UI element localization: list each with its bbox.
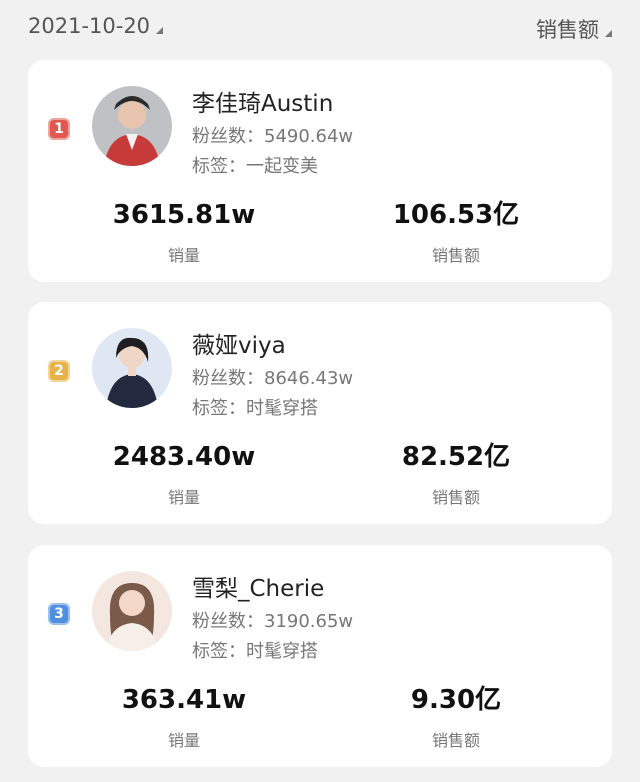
sales-volume-label: 销量 xyxy=(167,488,200,507)
sales-amount-value: 9.30亿 xyxy=(410,685,502,715)
rank-badge: 1 xyxy=(48,118,70,140)
avatar[interactable] xyxy=(92,86,172,166)
ranking-card[interactable]: 1 李佳琦Austin 粉丝数：5490.64w 标签：一起变美 3615.81… xyxy=(28,60,612,282)
anchor-name: 李佳琦Austin xyxy=(192,91,334,117)
sales-amount-label: 销售额 xyxy=(431,731,480,750)
sort-selector[interactable]: 销售额 xyxy=(536,14,612,44)
sales-volume-stat: 3615.81w 销量 xyxy=(64,198,304,266)
fans-count: 粉丝数：5490.64w xyxy=(192,126,354,147)
sales-amount-value: 106.53亿 xyxy=(392,200,520,230)
sales-amount-stat: 106.53亿 销售额 xyxy=(336,198,576,266)
top-bar: 2021-10-20 销售额 xyxy=(0,0,640,54)
avatar[interactable] xyxy=(92,571,172,651)
fans-count: 粉丝数：3190.65w xyxy=(192,611,354,632)
tag-text: 标签：时髦穿搭 xyxy=(192,641,318,662)
sales-volume-label: 销量 xyxy=(167,731,200,750)
sales-volume-stat: 2483.40w 销量 xyxy=(64,440,304,508)
sales-amount-stat: 9.30亿 销售额 xyxy=(336,683,576,751)
tag-text: 标签：一起变美 xyxy=(192,156,318,177)
ranking-card[interactable]: 3 雪梨_Cherie 粉丝数：3190.65w 标签：时髦穿搭 363.41w… xyxy=(28,545,612,767)
sales-amount-label: 销售额 xyxy=(431,488,480,507)
ranking-card[interactable]: 2 薇娅viya 粉丝数：8646.43w 标签：时髦穿搭 2483.40w 销… xyxy=(28,302,612,524)
anchor-name: 雪梨_Cherie xyxy=(192,576,325,602)
fans-count: 粉丝数：8646.43w xyxy=(192,368,354,389)
sales-volume-value: 363.41w xyxy=(121,685,247,715)
sales-volume-value: 2483.40w xyxy=(112,442,256,472)
sales-amount-stat: 82.52亿 销售额 xyxy=(336,440,576,508)
date-label: 2021-10-20 xyxy=(28,14,151,38)
rank-badge: 2 xyxy=(48,360,70,382)
sales-volume-value: 3615.81w xyxy=(112,200,256,230)
sales-amount-label: 销售额 xyxy=(431,246,480,265)
sales-volume-stat: 363.41w 销量 xyxy=(64,683,304,751)
avatar[interactable] xyxy=(92,328,172,408)
dropdown-triangle-icon xyxy=(605,29,612,37)
date-selector[interactable]: 2021-10-20 xyxy=(28,14,164,38)
anchor-name: 薇娅viya xyxy=(192,333,286,359)
dropdown-triangle-icon xyxy=(156,26,164,34)
rank-badge: 3 xyxy=(48,603,70,625)
tag-text: 标签：时髦穿搭 xyxy=(192,398,318,419)
sales-amount-value: 82.52亿 xyxy=(401,442,511,472)
sales-volume-label: 销量 xyxy=(167,246,200,265)
sort-label: 销售额 xyxy=(536,18,599,42)
